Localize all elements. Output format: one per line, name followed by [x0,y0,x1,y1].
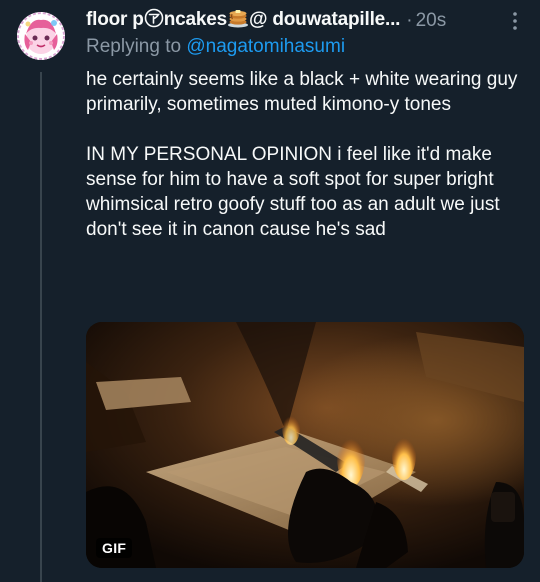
tweet-paragraph-1: he certainly seems like a black + white … [86,69,518,115]
gif-badge: GIF [96,538,133,558]
avatar[interactable] [17,12,65,60]
replying-to-handle[interactable]: @nagatomihasumi [186,36,345,57]
circled-katakana-a-icon [144,8,164,34]
gif-frame [86,322,524,568]
display-name-part-3: @ douwatapille... [248,9,401,30]
tweet-header: floor p ncakes @ douwatapille... · 20s [86,8,526,34]
tweet-text: he certainly seems like a black + white … [86,67,526,242]
gif-media[interactable]: GIF [86,322,524,568]
tweet-paragraph-2: IN MY PERSONAL OPINION i feel like it'd … [86,144,500,240]
time-separator: · [406,10,413,31]
display-name-part-1: floor p [86,9,144,30]
tweet-content: floor p ncakes @ douwatapille... · 20s Rep… [86,8,526,242]
replying-to: Replying to @nagatomihasumi [86,36,526,61]
tweet[interactable]: floor p ncakes @ douwatapille... · 20s Rep… [0,0,540,582]
display-name-part-2: ncakes [163,9,227,30]
replying-to-label: Replying to [86,36,182,57]
more-options-icon[interactable] [504,10,526,32]
timestamp[interactable]: 20s [416,10,447,32]
display-name[interactable]: floor p ncakes @ douwatapille... [86,8,400,34]
pancakes-icon [227,8,249,34]
thread-line [40,72,42,582]
